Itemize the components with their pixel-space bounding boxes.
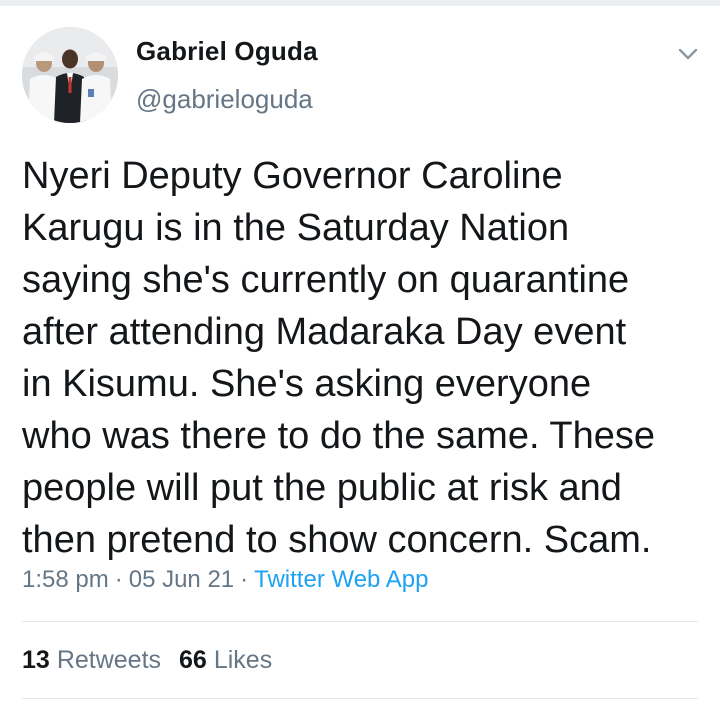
avatar[interactable] [22, 27, 118, 123]
tweet-source-link[interactable]: Twitter Web App [254, 566, 428, 593]
tweet-date[interactable]: 05 Jun 21 [129, 566, 234, 593]
retweets-count: 13 [22, 646, 50, 674]
meta-separator: · [240, 566, 249, 593]
chevron-down-icon[interactable] [676, 44, 700, 64]
retweets-label: Retweets [56, 646, 162, 674]
avatar-photo-icon [22, 27, 118, 123]
likes-label: Likes [213, 646, 273, 674]
likes-stat[interactable]: 66 Likes [179, 646, 272, 674]
tweet-text: Nyeri Deputy Governor Caroline Karugu is… [22, 155, 655, 561]
tweet-time[interactable]: 1:58 pm [22, 566, 109, 593]
tweet-stats: 13 Retweets 66 Likes [22, 646, 272, 675]
tweet-meta: 1:58 pm · 05 Jun 21 · Twitter Web App [22, 566, 428, 594]
meta-separator: · [114, 566, 123, 593]
retweets-stat[interactable]: 13 Retweets [22, 646, 161, 674]
user-display-name[interactable]: Gabriel Oguda [136, 36, 318, 67]
tweet-card: Gabriel Oguda @gabrieloguda Nyeri Deputy… [0, 0, 720, 702]
likes-count: 66 [179, 646, 207, 674]
user-handle[interactable]: @gabrieloguda [136, 84, 313, 115]
divider [22, 698, 698, 699]
divider [22, 621, 698, 622]
